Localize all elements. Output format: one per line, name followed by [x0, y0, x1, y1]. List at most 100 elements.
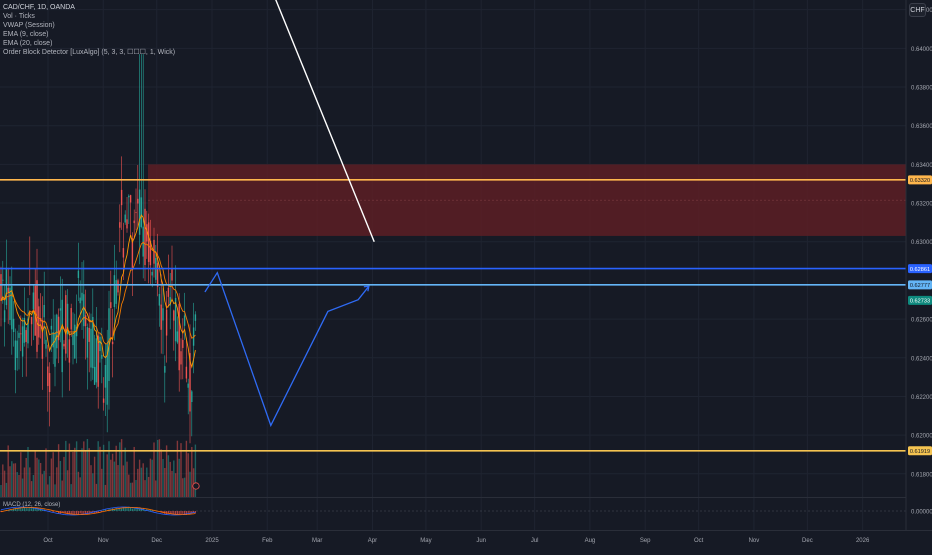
macd-histogram-bar: [69, 511, 70, 514]
macd-histogram-bar: [121, 509, 122, 511]
candle-body: [139, 190, 140, 235]
volume-bar: [117, 465, 118, 497]
macd-label: MACD (12, 26, close): [3, 502, 60, 508]
last-price-label: 0.62733: [910, 299, 930, 305]
candle-body: [17, 341, 18, 358]
candle-body: [117, 280, 118, 292]
volume-bar: [49, 476, 50, 497]
candle-body: [53, 332, 54, 347]
candle-body: [81, 293, 82, 301]
volume-bar: [146, 468, 147, 497]
volume-bar: [168, 455, 169, 497]
candle-body: [166, 310, 167, 336]
candle-body: [33, 293, 34, 310]
currency-button[interactable]: CHF: [909, 3, 926, 17]
volume-bar: [45, 448, 46, 497]
volume-bar: [78, 472, 79, 497]
volume-bar: [96, 484, 97, 497]
volume-bar: [36, 458, 37, 497]
volume-bar: [94, 457, 95, 497]
volume-bar: [107, 454, 108, 497]
y-tick-label: 0.61800: [911, 472, 932, 478]
volume-bar: [6, 483, 7, 497]
volume-bar: [27, 447, 28, 497]
volume-bar: [90, 465, 91, 497]
candle-body: [144, 209, 145, 265]
candle-body: [171, 269, 172, 280]
candle-body: [162, 308, 163, 320]
time-axis[interactable]: OctNovDec2025FebMarAprMayJunJulAugSepOct…: [0, 531, 932, 545]
price-chart[interactable]: MACD (12, 26, close) 0.642000.640000.638…: [0, 0, 932, 550]
macd-histogram-bar: [80, 511, 81, 513]
macd-histogram-bar: [74, 511, 75, 514]
legend-ema9[interactable]: EMA (9, close): [3, 31, 175, 40]
candle-body: [191, 391, 192, 402]
x-tick-label: Aug: [585, 538, 596, 544]
level-tag-label: 0.63320: [910, 178, 930, 184]
volume-bar: [74, 448, 75, 497]
volume-bar: [62, 481, 63, 497]
legend-order-block[interactable]: Order Block Detector [LuxAlgo] (5, 3, 3,…: [3, 49, 175, 58]
x-tick-label: Nov: [749, 538, 760, 544]
volume-bar: [125, 448, 126, 497]
macd-zero-label: 0.00000: [911, 510, 932, 516]
candle-body: [74, 325, 75, 359]
volume-bar: [54, 484, 55, 497]
candle-body: [45, 340, 46, 349]
x-tick-label: Sep: [640, 538, 651, 544]
volume-bar: [132, 483, 133, 497]
indicator-legend: CAD/CHF, 1D, OANDA Vol · Ticks VWAP (Ses…: [3, 4, 175, 57]
volume-bar: [24, 468, 25, 497]
candle-body: [18, 333, 19, 338]
y-tick-label: 0.62400: [911, 356, 932, 362]
volume-bar: [159, 439, 160, 497]
legend-vwap[interactable]: VWAP (Session): [3, 22, 175, 31]
candle-body: [180, 351, 181, 364]
candle-body: [182, 340, 183, 348]
symbol-title[interactable]: CAD/CHF, 1D, OANDA: [3, 4, 175, 13]
legend-volume[interactable]: Vol · Ticks: [3, 13, 175, 22]
volume-bar: [58, 444, 59, 497]
legend-ema20[interactable]: EMA (20, close): [3, 40, 175, 49]
macd-histogram-bar: [139, 509, 140, 511]
candle-body: [54, 333, 55, 367]
candle-body: [20, 333, 21, 334]
x-tick-label: 2025: [205, 538, 219, 544]
candle-body: [6, 268, 7, 305]
volume-bar: [161, 449, 162, 497]
volume-bar: [179, 459, 180, 497]
x-tick-label: Jun: [476, 538, 486, 544]
volume-bar: [157, 440, 158, 497]
y-tick-label: 0.62000: [911, 434, 932, 440]
volume-bar: [20, 452, 21, 497]
macd-histogram-bar: [182, 511, 183, 514]
volume-bar: [22, 479, 23, 497]
volume-bar: [11, 461, 12, 497]
volume-bar: [134, 447, 135, 497]
candle-body: [83, 294, 84, 326]
volume-bar: [189, 472, 190, 497]
candle-body: [49, 373, 50, 392]
y-tick-label: 0.62600: [911, 318, 932, 324]
volume-bar: [29, 467, 30, 497]
candle-body: [173, 310, 174, 320]
candle-body: [134, 221, 135, 224]
macd-histogram-bar: [53, 511, 54, 512]
chart-area[interactable]: MACD (12, 26, close) 0.642000.640000.638…: [0, 0, 932, 550]
y-tick-label: 0.62200: [911, 395, 932, 401]
price-axis-bg: [906, 0, 932, 550]
candle-body: [35, 286, 36, 336]
volume-bar: [139, 460, 140, 497]
candle-body: [101, 355, 102, 359]
candle-body: [80, 298, 81, 304]
volume-bar: [85, 451, 86, 497]
candle-body: [119, 222, 120, 228]
price-axis[interactable]: 0.642000.640000.638000.636000.634000.632…: [906, 0, 932, 550]
volume-bar: [126, 462, 127, 497]
y-tick-label: 0.63800: [911, 86, 932, 92]
volume-bar: [193, 468, 194, 497]
drawings[interactable]: [193, 0, 374, 489]
macd-histogram-bar: [27, 508, 28, 511]
volume-bar: [164, 468, 165, 497]
level-tag-label: 0.62861: [910, 267, 930, 273]
